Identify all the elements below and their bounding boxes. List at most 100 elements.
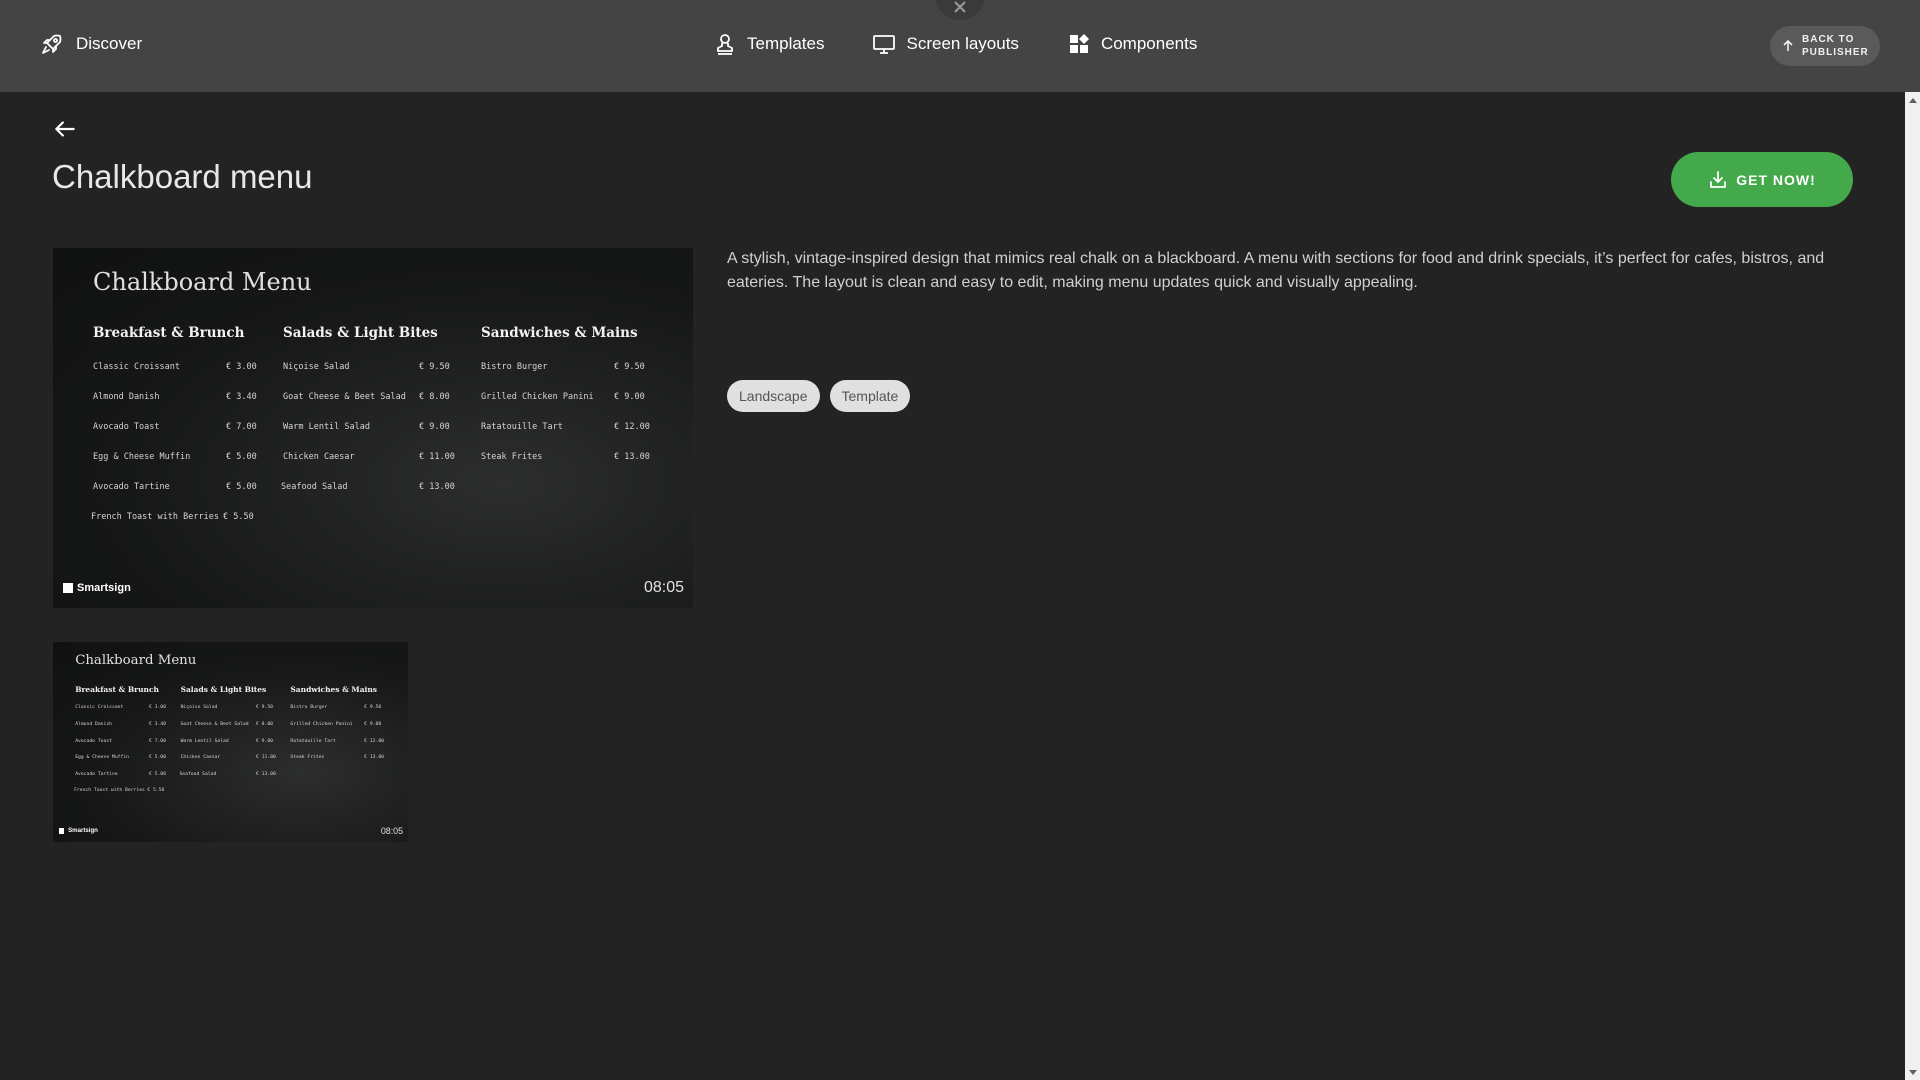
menu-item-price: € 12.00 (614, 422, 650, 432)
template-preview-large[interactable]: Chalkboard Menu Breakfast & Brunch Classic… (53, 248, 693, 608)
back-to-publisher-button[interactable]: Back to publisher (1770, 26, 1880, 66)
menu-title: Chalkboard Menu (75, 653, 197, 669)
menu-item-name: Bistro Burger (290, 705, 328, 711)
menu-item-name: Goat Cheese & Beet Salad (283, 392, 406, 402)
menu-item-price: € 9.00 (256, 738, 274, 744)
menu-item-name: Grilled Chicken Panini (290, 721, 353, 727)
menu-item-name: Ratatouille Tart (481, 422, 563, 432)
menu-item-name: Seafood Salad (179, 771, 217, 777)
menu-item-name: Chicken Caesar (180, 755, 221, 761)
nav-screen-layouts-label: Screen layouts (906, 34, 1019, 53)
menu-item-name: Avocado Tartine (93, 482, 170, 492)
person-stamp-icon (717, 34, 733, 55)
tag-template[interactable]: Template (829, 380, 911, 412)
menu-item-name: Egg & Cheese Muffin (75, 755, 129, 761)
scroll-up-arrow-icon[interactable] (1905, 92, 1920, 107)
menu-item-name: Goat Cheese & Beet Salad (180, 721, 249, 727)
close-icon (954, 1, 966, 13)
scrollbar[interactable] (1905, 92, 1920, 1080)
smartsign-logo-text: Smartsign (77, 582, 131, 594)
menu-item-name: French Toast with Berries (74, 788, 145, 794)
download-icon (1710, 170, 1727, 188)
menu-item-name: Classic Croissant (93, 362, 180, 372)
tag-list: Landscape Template (727, 380, 911, 412)
menu-item-name: Avocado Toast (93, 422, 160, 432)
menu-item-price: € 5.00 (148, 771, 166, 777)
menu-item-price: € 5.50 (223, 512, 254, 522)
menu-item-price: € 3.40 (226, 392, 257, 402)
menu-item-price: € 7.00 (148, 738, 166, 744)
menu-item-price: € 3.00 (148, 705, 166, 711)
menu-section-heading: Breakfast & Brunch (75, 684, 159, 694)
menu-item-price: € 8.00 (256, 721, 274, 727)
arrow-left-icon[interactable] (52, 116, 78, 142)
menu-item-name: Chicken Caesar (283, 452, 355, 462)
menu-item-price: € 9.50 (256, 705, 274, 711)
menu-item-name: Warm Lentil Salad (283, 422, 370, 432)
menu-item-name: Ratatouille Tart (290, 738, 336, 744)
menu-item-price: € 9.00 (419, 422, 450, 432)
nav-components-label: Components (1100, 34, 1198, 53)
menu-item-price: € 9.00 (364, 721, 382, 727)
menu-item-price: € 9.50 (364, 705, 382, 711)
nav-templates-label: Templates (747, 34, 825, 53)
smartsign-logo-mark-icon (63, 583, 73, 593)
menu-item-price: € 9.50 (419, 362, 450, 372)
menu-item-price: € 7.00 (226, 422, 257, 432)
menu-item-price: € 13.00 (419, 482, 455, 492)
tag-landscape[interactable]: Landscape (727, 380, 820, 412)
menu-item-price: € 11.00 (256, 755, 276, 761)
menu-item-name: Almond Danish (93, 392, 160, 402)
nav-discover[interactable]: Discover (40, 32, 142, 56)
menu-item-price: € 3.40 (148, 721, 166, 727)
smartsign-logo: Smartsign (63, 582, 131, 594)
menu-clock: 08:05 (643, 579, 684, 596)
page-title: Chalkboard menu (52, 158, 313, 195)
top-navigation-bar: Discover Templates Screen layouts Compon… (0, 0, 1905, 92)
scroll-down-arrow-icon[interactable] (1905, 1065, 1920, 1080)
menu-item-price: € 13.00 (364, 755, 384, 761)
smartsign-logo: Smartsign (58, 827, 98, 834)
menu-item-name: Classic Croissant (75, 705, 124, 711)
back-to-publisher-label: Back to publisher (1802, 34, 1869, 58)
nav-templates[interactable]: Templates (713, 32, 824, 56)
menu-item-name: Avocado Tartine (75, 771, 118, 777)
menu-item-price: € 5.00 (226, 482, 257, 492)
get-now-button[interactable]: GET NOW! (1671, 152, 1853, 207)
menu-item-price: € 12.00 (364, 738, 384, 744)
menu-item-name: Seafood Salad (281, 482, 348, 492)
scrollbar-gutter-top (1905, 0, 1920, 92)
menu-section-heading: Sandwiches & Mains (290, 684, 378, 694)
menu-item-price: € 5.50 (147, 788, 165, 794)
menu-section-heading: Salads & Light Bites (283, 325, 438, 341)
nav-center-group: Templates Screen layouts Components (713, 32, 1197, 56)
menu-item-name: Grilled Chicken Panini (481, 392, 594, 402)
menu-clock: 08:05 (380, 825, 404, 836)
nav-screen-layouts[interactable]: Screen layouts (872, 32, 1019, 56)
menu-item-name: Warm Lentil Salad (180, 738, 229, 744)
menu-item-name: Avocado Toast (75, 738, 112, 744)
menu-item-name: Steak Frites (290, 755, 325, 761)
nav-components[interactable]: Components (1067, 32, 1197, 56)
close-button[interactable] (936, 0, 984, 20)
menu-item-name: Steak Frites (481, 452, 543, 462)
menu-item-price: € 5.00 (226, 452, 257, 462)
menu-title: Chalkboard Menu (93, 268, 312, 296)
template-description: A stylish, vintage-inspired design that … (727, 250, 1825, 291)
menu-item-name: Niçoise Salad (180, 705, 218, 711)
get-now-label: GET NOW! (1736, 171, 1816, 188)
menu-item-name: Egg & Cheese Muffin (93, 452, 191, 462)
menu-item-price: € 9.00 (614, 392, 645, 402)
menu-item-price: € 5.00 (148, 755, 166, 761)
menu-item-price: € 13.00 (614, 452, 650, 462)
smartsign-logo-mark-icon (58, 827, 65, 834)
monitor-icon (873, 35, 896, 54)
nav-discover-label: Discover (76, 34, 143, 53)
menu-item-name: French Toast with Berries (91, 512, 219, 522)
template-preview-thumbnail[interactable]: Chalkboard Menu Breakfast & Brunch Classic… (53, 642, 408, 842)
menu-item-price: € 8.00 (419, 392, 450, 402)
menu-section-heading: Breakfast & Brunch (93, 325, 245, 341)
menu-section-heading: Sandwiches & Mains (481, 325, 638, 341)
menu-item-price: € 11.00 (419, 452, 455, 462)
arrow-up-icon (1783, 40, 1793, 51)
